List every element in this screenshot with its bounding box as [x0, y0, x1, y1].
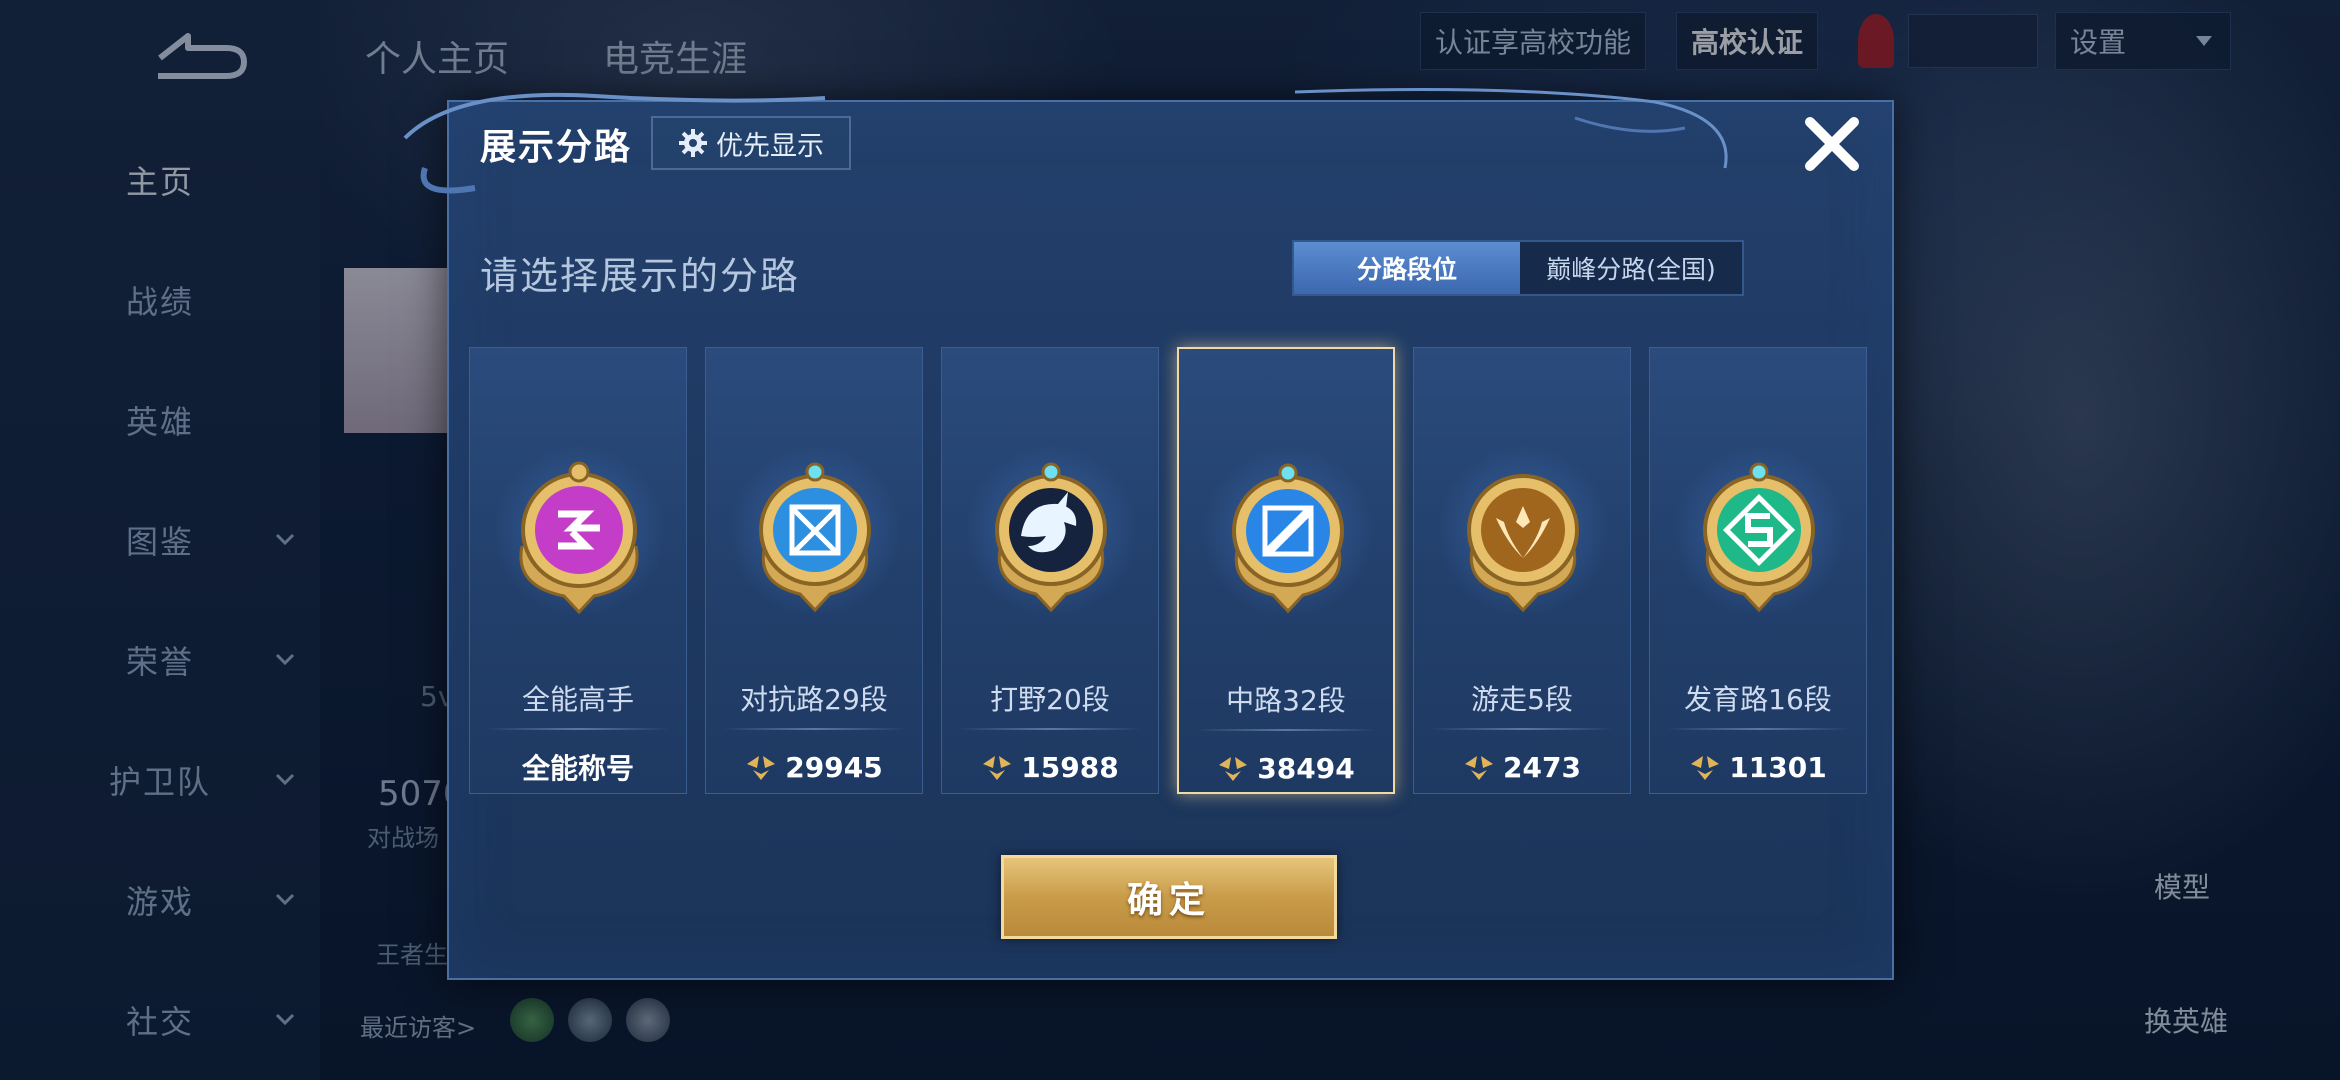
close-icon[interactable] [1800, 112, 1864, 176]
card-divider [958, 728, 1142, 730]
confirm-label: 确定 [1126, 880, 1211, 921]
jungle-badge-icon [966, 446, 1136, 616]
lane-value-text: 38494 [1257, 751, 1355, 785]
lane-card-all-round[interactable]: 全能高手 全能称号 [469, 347, 687, 794]
lane-value-text: 29945 [785, 750, 883, 784]
priority-display-button[interactable]: 优先显示 [651, 116, 851, 170]
lane-value: 2473 [1414, 742, 1630, 792]
lane-value: 38494 [1179, 743, 1393, 793]
lane-name: 全能高手 [521, 683, 634, 716]
card-divider [1195, 729, 1377, 731]
lane-card-farm[interactable]: 发育路16段 11301 [1649, 347, 1867, 794]
points-icon [747, 756, 776, 780]
lane-name: 对抗路29段 [740, 683, 888, 716]
all-round-badge-icon [494, 446, 664, 616]
gear-icon [679, 129, 707, 157]
points-icon [1465, 756, 1494, 780]
card-divider [486, 728, 670, 730]
points-icon [983, 756, 1012, 780]
lane-card-clash[interactable]: 对抗路29段 29945 [705, 347, 923, 794]
lane-value: 29945 [706, 742, 922, 792]
tab-peak-lane-national[interactable]: 巅峰分路(全国) [1520, 242, 1742, 294]
lane-card-jungle[interactable]: 打野20段 15988 [941, 347, 1159, 794]
lane-name: 中路32段 [1226, 684, 1346, 717]
lane-name: 发育路16段 [1684, 683, 1832, 716]
lane-value: 15988 [942, 742, 1158, 792]
lane-value-text: 全能称号 [521, 752, 634, 785]
card-divider [1430, 728, 1614, 730]
farm-lane-badge-icon [1674, 446, 1844, 616]
confirm-button[interactable]: 确定 [1001, 855, 1337, 939]
tab-lane-rank[interactable]: 分路段位 [1294, 242, 1520, 294]
dialog-title: 展示分路 [480, 127, 633, 168]
lane-value-text: 2473 [1503, 750, 1581, 784]
points-icon [1219, 757, 1248, 781]
mid-lane-badge-icon [1203, 447, 1373, 617]
lane-value: 全能称号 [470, 742, 686, 792]
points-icon [1691, 756, 1720, 780]
lane-card-mid[interactable]: 中路32段 38494 [1177, 347, 1395, 794]
lane-card-roam[interactable]: 游走5段 2473 [1413, 347, 1631, 794]
clash-lane-badge-icon [730, 446, 900, 616]
priority-display-label: 优先显示 [716, 130, 824, 162]
dialog-subtitle: 请选择展示的分路 [480, 254, 801, 298]
lane-value-text: 15988 [1021, 750, 1119, 784]
lane-name: 打野20段 [990, 683, 1110, 716]
lane-value: 11301 [1650, 742, 1866, 792]
lane-name: 游走5段 [1471, 683, 1573, 716]
card-divider [1666, 728, 1850, 730]
lane-mode-toggle: 分路段位 巅峰分路(全国) [1292, 240, 1744, 296]
roam-badge-icon [1438, 446, 1608, 616]
lane-value-text: 11301 [1729, 750, 1827, 784]
card-divider [722, 728, 906, 730]
